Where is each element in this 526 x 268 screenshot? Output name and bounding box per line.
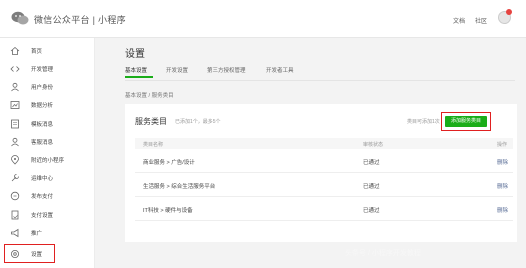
main-content: 设置 基本设置 开发设置 第三方授权管理 开发者工具 基本设置 / 服务类目 服…: [95, 38, 526, 268]
category-name: IT科技 > 硬件与设备: [143, 208, 193, 214]
message-icon: [11, 119, 19, 129]
add-button-highlight-box: [441, 112, 491, 131]
tab-dev-settings[interactable]: 开发设置: [166, 66, 188, 74]
delete-link[interactable]: 删除: [497, 158, 508, 166]
breadcrumb: 基本设置 / 服务类目: [125, 93, 174, 99]
wrench-icon: [11, 174, 19, 182]
card-subtitle: 已添加1个，最多5个: [175, 119, 221, 125]
page-title: 设置: [125, 49, 145, 60]
active-tab-indicator: [125, 76, 153, 78]
home-icon: [10, 46, 20, 55]
tab-basic-settings[interactable]: 基本设置: [125, 66, 147, 74]
user-icon: [11, 82, 19, 92]
service-category-card: 服务类目 已添加1个，最多5个 类目可添加1次 添加服务类目 类目名称 审核状态…: [125, 104, 517, 242]
column-header-action: 操作: [497, 142, 508, 148]
sidebar-item-nearby[interactable]: 附近的小程序: [0, 153, 95, 167]
sidebar-item-publish-pay[interactable]: 发布支付: [0, 189, 95, 203]
category-name: 生活服务 > 综合生活服务平台: [143, 184, 216, 190]
document-icon: [11, 210, 19, 220]
watermark: 头条号 / 小程序开发教程: [345, 250, 421, 257]
code-icon: [10, 66, 20, 72]
card-hint: 类目可添加1次: [407, 119, 440, 125]
column-header-status: 审核状态: [363, 142, 384, 148]
sidebar-item-ops[interactable]: 运维中心: [0, 171, 95, 185]
sidebar-item-service-msg[interactable]: 客服消息: [0, 135, 95, 149]
settings-highlight-box: [4, 244, 55, 263]
table-row: 商业服务 > 广告/设计 已通过 删除: [135, 149, 513, 173]
sidebar-item-home[interactable]: 首页: [0, 44, 95, 58]
sidebar-item-analytics[interactable]: 数据分析: [0, 98, 95, 112]
delete-link[interactable]: 删除: [497, 182, 508, 190]
brand-title: 微信公众平台 | 小程序: [34, 15, 126, 25]
sidebar-item-dev[interactable]: 开发管理: [0, 62, 95, 76]
tabs-divider: [125, 80, 515, 81]
notification-badge: [506, 9, 512, 15]
location-icon: [11, 155, 19, 165]
table-row: 生活服务 > 综合生活服务平台 已通过 删除: [135, 173, 513, 197]
promote-icon: [11, 228, 19, 238]
tab-dev-tools[interactable]: 开发者工具: [266, 66, 294, 74]
sidebar: 首页 开发管理 用户身份 数据分析 模板消息 客服消息 附近的小程序 运维中心 …: [0, 38, 95, 268]
table-header: 类目名称 审核状态 操作: [135, 138, 513, 149]
chart-icon: [10, 101, 20, 109]
pay-icon: [10, 191, 20, 201]
sidebar-item-promote[interactable]: 推广: [0, 226, 95, 240]
review-status: 已通过: [363, 160, 380, 166]
sidebar-item-template-msg[interactable]: 模板消息: [0, 117, 95, 131]
tab-third-party[interactable]: 第三方授权管理: [207, 66, 246, 74]
sidebar-item-users[interactable]: 用户身份: [0, 80, 95, 94]
review-status: 已通过: [363, 184, 380, 190]
review-status: 已通过: [363, 208, 380, 214]
docs-link[interactable]: 文档: [453, 16, 465, 25]
table-row: IT科技 > 硬件与设备 已通过 删除: [135, 197, 513, 221]
delete-link[interactable]: 删除: [497, 206, 508, 214]
top-bar: 微信公众平台 | 小程序 文档 社区: [0, 0, 526, 38]
card-title: 服务类目: [135, 117, 167, 126]
column-header-name: 类目名称: [143, 142, 164, 148]
category-name: 商业服务 > 广告/设计: [143, 160, 195, 166]
wechat-logo-icon: [11, 11, 29, 25]
service-icon: [11, 137, 19, 147]
sidebar-item-pay-settings[interactable]: 支付设置: [0, 208, 95, 222]
community-link[interactable]: 社区: [475, 16, 487, 25]
